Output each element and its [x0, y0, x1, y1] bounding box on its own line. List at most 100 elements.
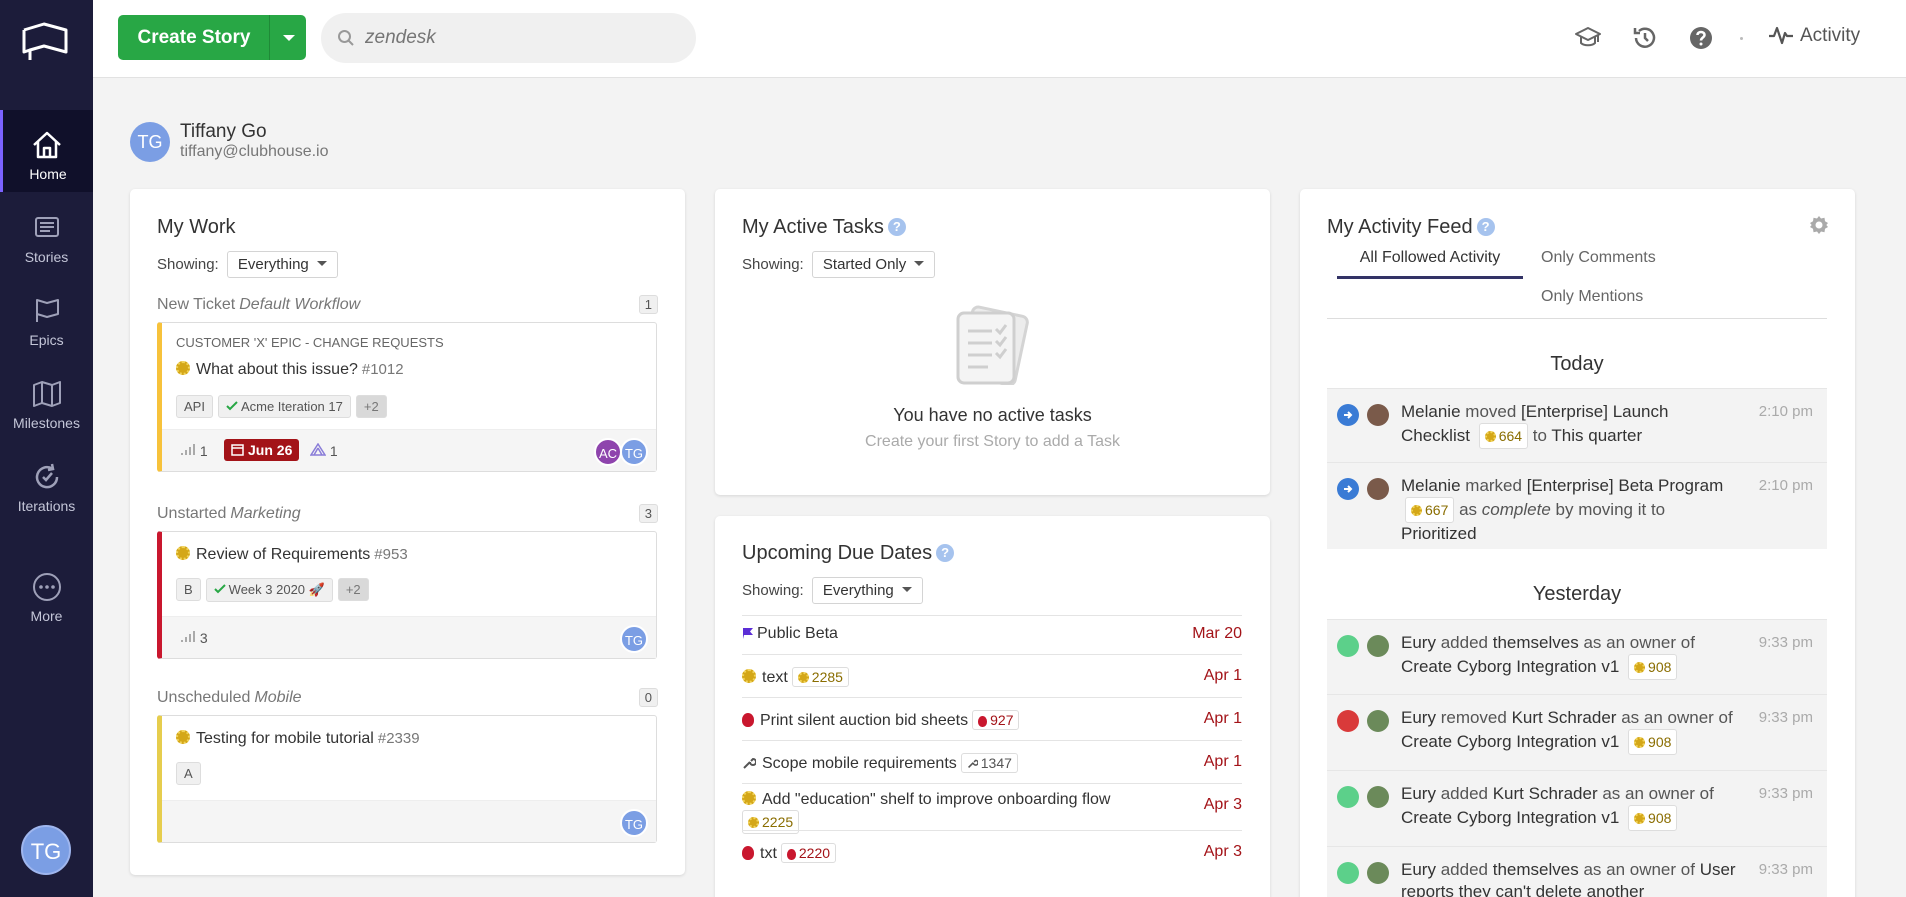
story-title[interactable]: Testing for mobile tutorial #2339 [176, 730, 420, 748]
iteration-tag[interactable]: Week 3 2020 🚀 [205, 578, 333, 602]
due-item-name[interactable]: text 2285 [742, 667, 1182, 687]
owner-added-icon [1337, 786, 1359, 808]
user-photo-avatar[interactable] [1367, 786, 1389, 808]
story-title[interactable]: Review of Requirements #953 [176, 546, 408, 564]
due-date-row[interactable]: txt 2220 Apr 3 [742, 830, 1242, 873]
story-title-text[interactable]: What about this issue? [196, 361, 358, 378]
due-date-row[interactable]: Print silent auction bid sheets 927 Apr 1 [742, 697, 1242, 740]
story-link[interactable]: Create Cyborg Integration v1 [1401, 657, 1619, 676]
owner-avatar[interactable]: AC [594, 438, 622, 466]
object-name[interactable]: Kurt Schrader [1512, 708, 1617, 727]
user-photo-avatar[interactable] [1367, 710, 1389, 732]
due-date-row[interactable]: Scope mobile requirements 1347 Apr 1 [742, 740, 1242, 783]
owner-avatar[interactable]: TG [620, 809, 648, 837]
help-icon[interactable]: ? [936, 544, 955, 562]
epic-name[interactable]: CUSTOMER 'X' EPIC - CHANGE REQUESTS [176, 335, 444, 350]
feed-item[interactable]: Eury added Kurt Schrader as an owner of … [1327, 770, 1827, 846]
label-tag[interactable]: A [176, 762, 201, 785]
owner-avatar[interactable]: TG [620, 438, 648, 466]
feed-item[interactable]: Eury added themselves as an owner of Cre… [1327, 619, 1827, 694]
sidebar-item-home[interactable]: Home [0, 110, 93, 192]
clubhouse-logo-icon[interactable] [20, 22, 70, 66]
user-photo-avatar[interactable] [1367, 862, 1389, 884]
sidebar-item-milestones[interactable]: Milestones [0, 359, 93, 441]
my-work-filter-dropdown[interactable]: Everything [226, 251, 338, 278]
workflow-name: Marketing [230, 505, 301, 522]
search-input[interactable] [365, 25, 675, 51]
user-photo-avatar[interactable] [1367, 635, 1389, 657]
sidebar-item-stories[interactable]: Stories [0, 193, 93, 275]
due-item-title[interactable]: Scope mobile requirements [762, 755, 957, 772]
actor-name[interactable]: Eury [1401, 708, 1436, 727]
more-tags-badge[interactable]: +2 [337, 578, 369, 601]
activity-link[interactable]: Activity [1768, 24, 1860, 47]
story-card[interactable]: Review of Requirements #953 B Week 3 2020 … [157, 531, 657, 659]
due-item-name[interactable]: Public Beta [742, 625, 1182, 643]
target-link[interactable]: This quarter [1551, 426, 1642, 445]
action-text: as an owner of [1602, 784, 1714, 803]
sidebar-item-iterations[interactable]: Iterations [0, 442, 93, 524]
feed-item[interactable]: Eury removed Kurt Schrader as an owner o… [1327, 694, 1827, 770]
sidebar-item-more[interactable]: More [0, 552, 93, 634]
create-story-dropdown-button[interactable] [269, 15, 306, 60]
actor-name[interactable]: Eury [1401, 633, 1436, 652]
showing-label: Showing: [742, 256, 804, 273]
help-icon[interactable]: ? [887, 218, 906, 236]
object-name[interactable]: Kurt Schrader [1493, 784, 1598, 803]
due-item-title[interactable]: Print silent auction bid sheets [760, 712, 968, 729]
workflow-state: New Ticket [157, 296, 236, 313]
feed-item[interactable]: Eury added themselves as an owner of Use… [1327, 846, 1827, 897]
feed-item[interactable]: Melanie marked [Enterprise] Beta Program… [1327, 462, 1827, 549]
due-item-title[interactable]: txt [760, 845, 777, 862]
story-link[interactable]: Create Cyborg Integration v1 [1401, 732, 1619, 751]
story-card[interactable]: CUSTOMER 'X' EPIC - CHANGE REQUESTS What… [157, 322, 657, 472]
help-icon[interactable]: ? [1476, 218, 1495, 236]
user-photo-avatar[interactable] [1367, 404, 1389, 426]
help-icon[interactable] [1687, 24, 1715, 52]
user-photo-avatar[interactable] [1367, 478, 1389, 500]
actor-name[interactable]: Eury [1401, 860, 1436, 879]
due-date-row[interactable]: text 2285 Apr 1 [742, 654, 1242, 697]
due-date-row[interactable]: Public Beta Mar 20 [742, 615, 1242, 654]
iteration-tag[interactable]: Acme Iteration 17 [217, 395, 351, 418]
due-item-name[interactable]: Add "education" shelf to improve onboard… [742, 790, 1182, 834]
actor-name[interactable]: Melanie [1401, 476, 1461, 495]
due-dates-filter-dropdown[interactable]: Everything [811, 577, 923, 604]
more-tags-badge[interactable]: +2 [355, 395, 387, 418]
owner-avatar[interactable]: TG [620, 625, 648, 653]
target-link[interactable]: Prioritized [1401, 524, 1477, 543]
due-date: Jun 26 [248, 442, 293, 458]
due-item-title[interactable]: Add "education" shelf to improve onboard… [762, 791, 1110, 808]
gear-icon[interactable] [1809, 215, 1829, 235]
sidebar-item-epics[interactable]: Epics [0, 276, 93, 358]
user-avatar[interactable]: TG [130, 122, 170, 162]
actor-name[interactable]: Melanie [1401, 402, 1461, 421]
actor-name[interactable]: Eury [1401, 784, 1436, 803]
due-item-name[interactable]: Print silent auction bid sheets 927 [742, 710, 1182, 730]
tab-all-followed-activity[interactable]: All Followed Activity [1337, 249, 1523, 279]
search-box[interactable] [321, 13, 696, 63]
graduation-cap-icon[interactable] [1574, 24, 1602, 52]
due-item-title[interactable]: Public Beta [757, 625, 838, 642]
story-link[interactable]: [Enterprise] Beta Program [1527, 476, 1724, 495]
avatar[interactable]: TG [21, 825, 71, 875]
label-tag[interactable]: API [176, 395, 213, 418]
active-tasks-filter-dropdown[interactable]: Started Only [811, 251, 936, 278]
tab-only-comments[interactable]: Only Comments [1541, 249, 1656, 267]
due-item-name[interactable]: txt 2220 [742, 843, 1182, 863]
story-title-text[interactable]: Review of Requirements [196, 546, 370, 563]
create-story-label[interactable]: Create Story [118, 15, 270, 60]
story-title[interactable]: What about this issue? #1012 [176, 361, 404, 379]
label-tag[interactable]: B [176, 578, 201, 601]
story-card[interactable]: Testing for mobile tutorial #2339 A TG [157, 715, 657, 843]
story-title-text[interactable]: Testing for mobile tutorial [196, 730, 374, 747]
feed-item[interactable]: Melanie moved [Enterprise] Launch Checkl… [1327, 388, 1827, 462]
due-date-badge[interactable]: Jun 26 [224, 439, 300, 461]
story-link[interactable]: Create Cyborg Integration v1 [1401, 808, 1619, 827]
due-item-title[interactable]: text [762, 669, 788, 686]
history-icon[interactable] [1631, 24, 1659, 52]
tab-only-mentions[interactable]: Only Mentions [1541, 288, 1643, 306]
due-date-row[interactable]: Add "education" shelf to improve onboard… [742, 783, 1242, 834]
due-item-name[interactable]: Scope mobile requirements 1347 [742, 753, 1182, 773]
create-story-button[interactable]: Create Story [118, 15, 306, 60]
